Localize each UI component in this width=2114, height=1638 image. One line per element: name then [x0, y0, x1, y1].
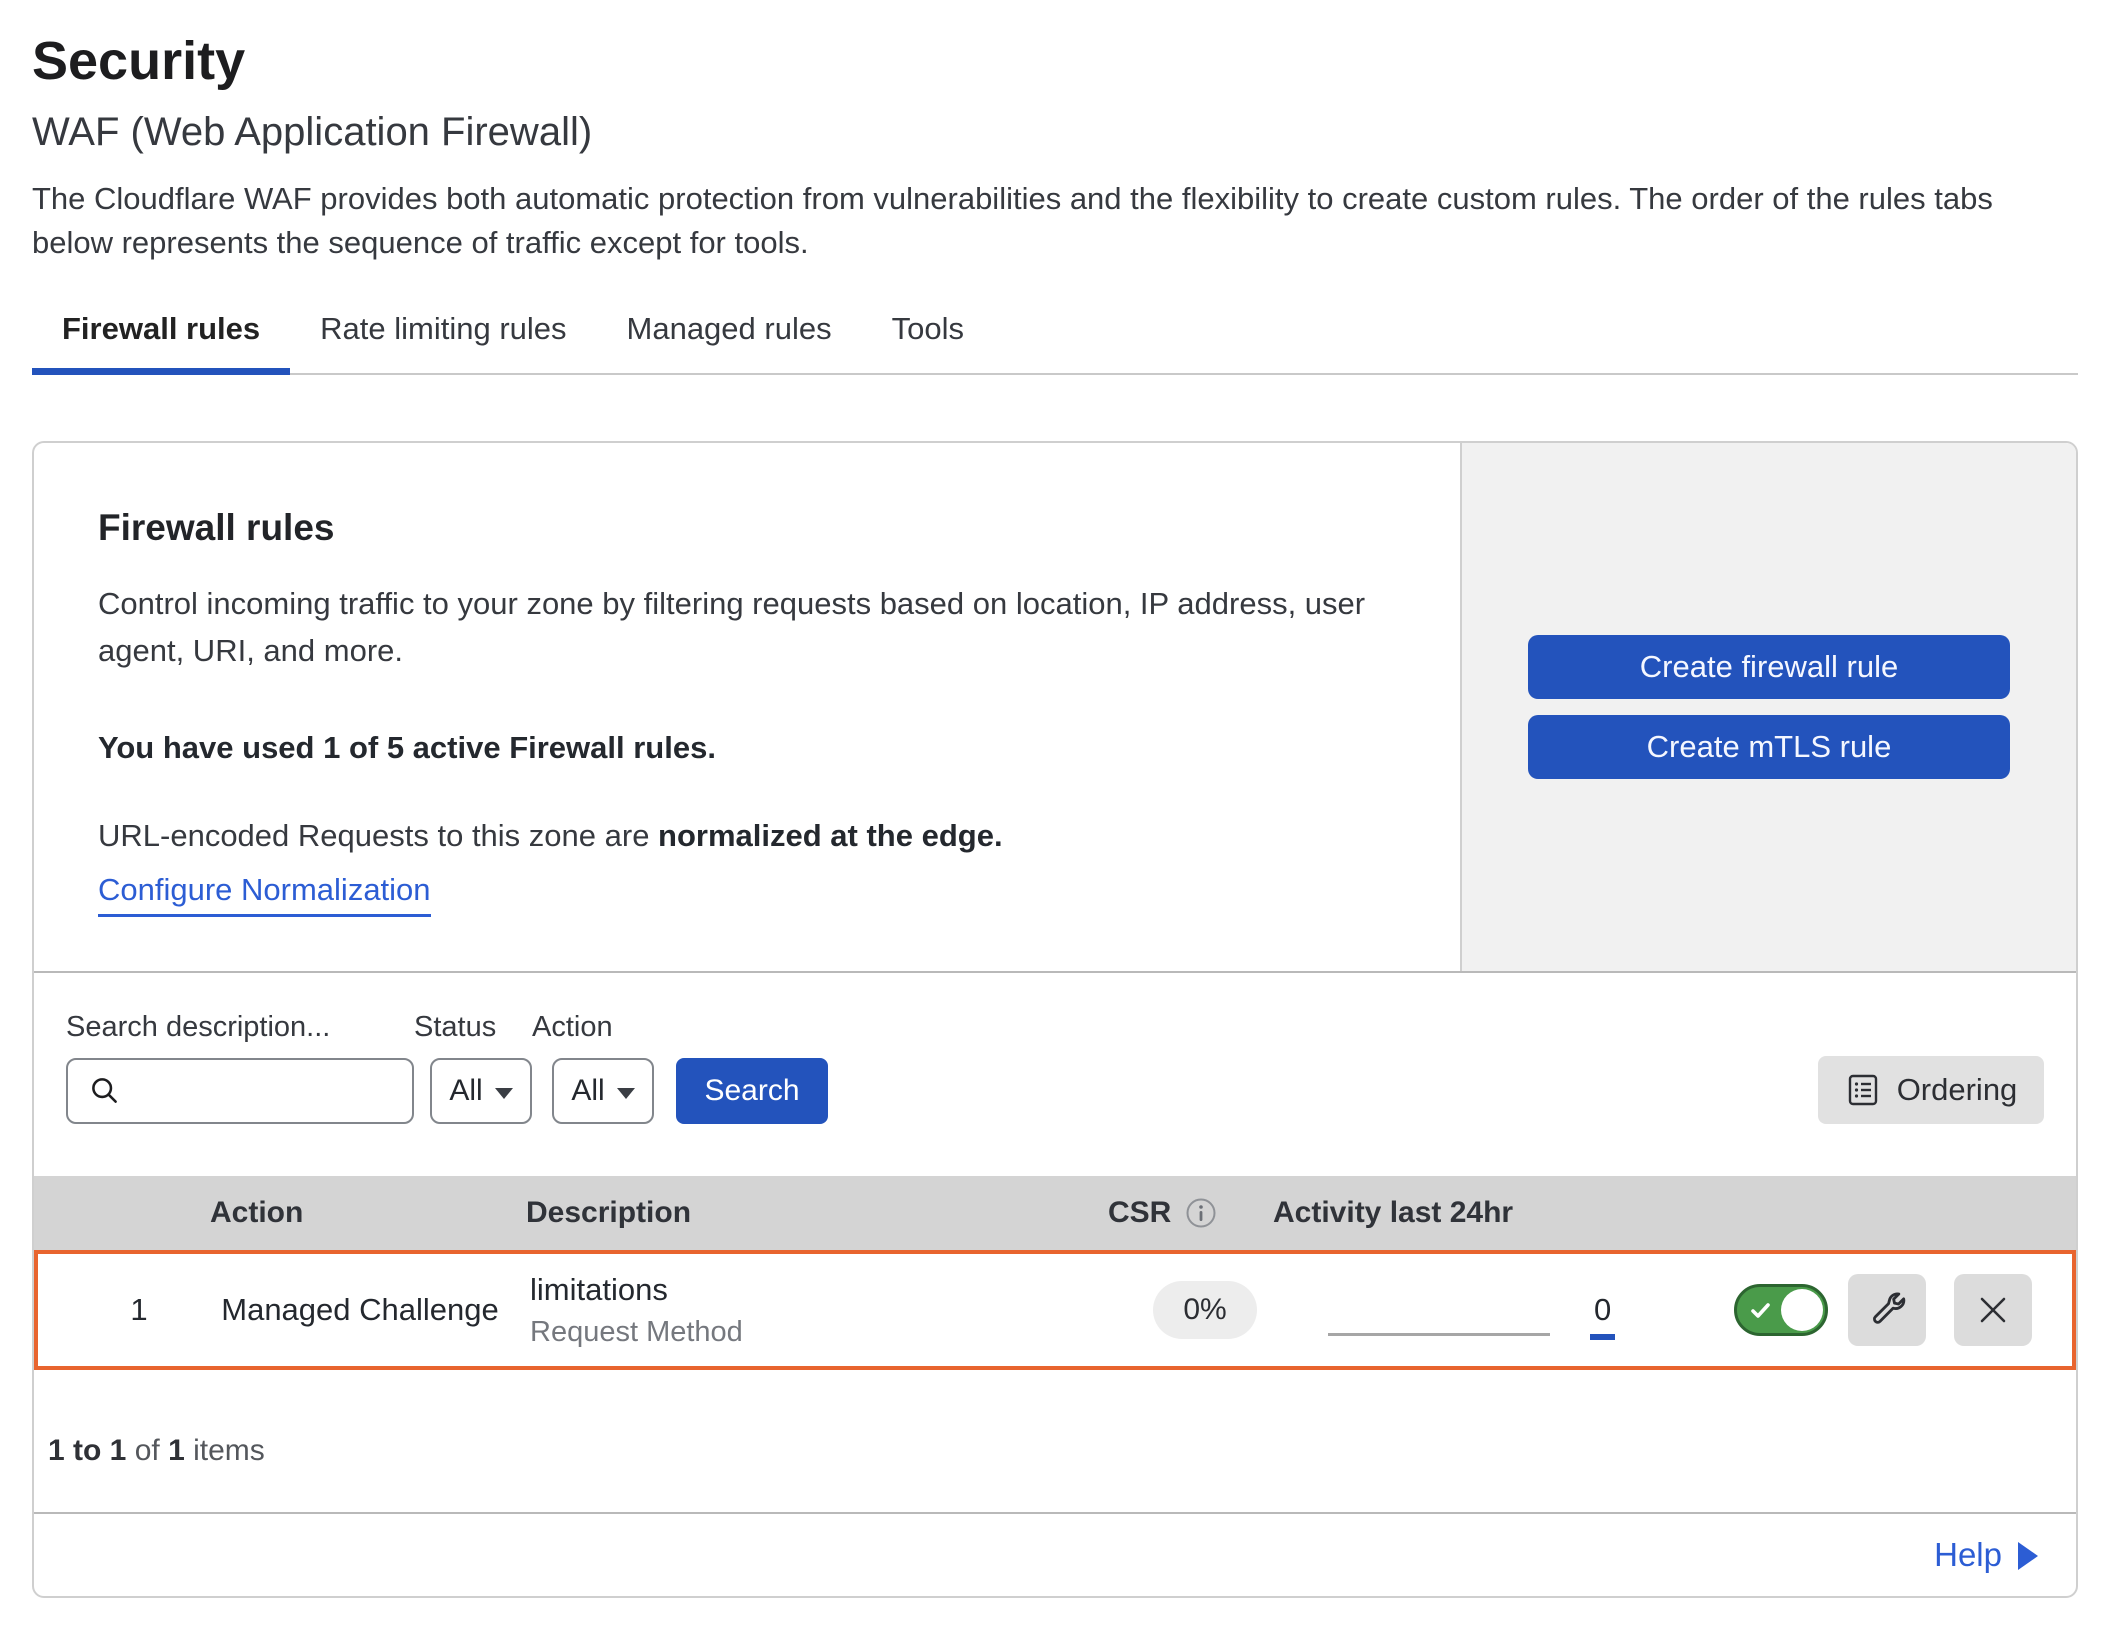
wrench-icon — [1867, 1290, 1907, 1330]
pagination-items-label: items — [185, 1434, 265, 1467]
rule-controls — [1724, 1274, 2072, 1346]
firewall-rules-card: Firewall rules Control incoming traffic … — [32, 441, 2078, 1598]
card-footer: Help — [34, 1512, 2076, 1596]
tab-tools[interactable]: Tools — [862, 311, 994, 373]
ordering-button-label: Ordering — [1897, 1072, 2018, 1108]
create-firewall-rule-button[interactable]: Create firewall rule — [1528, 635, 2010, 699]
close-icon — [1975, 1292, 2011, 1328]
status-filter-group: Status All — [414, 1011, 532, 1124]
ordering-list-icon — [1845, 1072, 1881, 1108]
usage-summary: You have used 1 of 5 active Firewall rul… — [98, 730, 1420, 766]
ordering-button[interactable]: Ordering — [1818, 1056, 2044, 1124]
search-label: Search description... — [66, 1011, 414, 1044]
activity-count-link[interactable]: 0 — [1590, 1292, 1615, 1340]
card-description: Control incoming traffic to your zone by… — [98, 581, 1398, 674]
action-dropdown[interactable]: All — [552, 1058, 654, 1124]
csr-header-label: CSR — [1108, 1196, 1171, 1230]
column-header-csr: CSR — [1108, 1196, 1217, 1230]
delete-rule-button[interactable] — [1954, 1274, 2032, 1346]
table-header: Action Description CSR Activity last 24h… — [34, 1176, 2076, 1250]
tab-rate-limiting-rules[interactable]: Rate limiting rules — [290, 311, 596, 373]
normalization-note: URL-encoded Requests to this zone are no… — [98, 818, 1420, 854]
pagination-summary: 1 to 1 of 1 items — [34, 1370, 2076, 1512]
status-dropdown[interactable]: All — [430, 1058, 532, 1124]
actions-panel: Create firewall rule Create mTLS rule — [1460, 443, 2076, 971]
info-icon[interactable] — [1185, 1197, 1217, 1229]
security-waf-page: Security WAF (Web Application Firewall) … — [0, 0, 2114, 1598]
rule-description-sub: Request Method — [530, 1316, 1090, 1349]
status-label: Status — [414, 1011, 532, 1044]
card-heading: Firewall rules — [98, 507, 1420, 549]
waf-tabs: Firewall rules Rate limiting rules Manag… — [32, 311, 2078, 375]
firewall-rules-info: Firewall rules Control incoming traffic … — [34, 443, 1460, 971]
page-description: The Cloudflare WAF provides both automat… — [32, 177, 2072, 265]
check-icon — [1749, 1299, 1773, 1328]
action-value: All — [571, 1074, 604, 1108]
toggle-knob — [1781, 1289, 1823, 1331]
search-input[interactable] — [122, 1060, 412, 1122]
create-mtls-rule-button[interactable]: Create mTLS rule — [1528, 715, 2010, 779]
action-filter-group: Action All — [532, 1011, 654, 1124]
help-link[interactable]: Help — [1934, 1536, 2038, 1574]
chevron-down-icon — [617, 1088, 635, 1099]
rule-csr-cell: 0% — [1090, 1281, 1320, 1339]
chevron-down-icon — [495, 1088, 513, 1099]
action-label: Action — [532, 1011, 654, 1044]
rule-enabled-toggle[interactable] — [1734, 1284, 1828, 1336]
table-row: 1 Managed Challenge limitations Request … — [34, 1250, 2076, 1370]
column-header-description: Description — [526, 1196, 691, 1230]
status-value: All — [449, 1074, 482, 1108]
search-group: Search description... — [66, 1011, 414, 1124]
page-title: Security — [32, 30, 2078, 92]
card-top-section: Firewall rules Control incoming traffic … — [34, 443, 2076, 973]
column-header-activity: Activity last 24hr — [1273, 1196, 1513, 1230]
rule-description: limitations — [530, 1272, 1090, 1308]
rule-action: Managed Challenge — [190, 1292, 530, 1328]
search-button[interactable]: Search — [676, 1058, 828, 1124]
filter-bar: Search description... Status All Action — [34, 973, 2076, 1176]
activity-sparkline — [1328, 1333, 1550, 1336]
edit-rule-button[interactable] — [1848, 1274, 1926, 1346]
help-arrow-icon — [2018, 1542, 2038, 1570]
configure-normalization-link[interactable]: Configure Normalization — [98, 872, 431, 917]
csr-badge: 0% — [1153, 1281, 1256, 1339]
search-icon — [88, 1074, 122, 1108]
search-box — [66, 1058, 414, 1124]
help-label: Help — [1934, 1536, 2002, 1574]
normalization-text: URL-encoded Requests to this zone are — [98, 818, 658, 853]
tab-managed-rules[interactable]: Managed rules — [597, 311, 862, 373]
pagination-range: 1 to 1 — [48, 1434, 126, 1467]
rule-priority: 1 — [38, 1292, 190, 1328]
tab-firewall-rules[interactable]: Firewall rules — [32, 311, 290, 373]
column-header-action: Action — [210, 1196, 303, 1230]
pagination-of: of — [126, 1434, 168, 1467]
page-subtitle: WAF (Web Application Firewall) — [32, 110, 2078, 155]
pagination-total: 1 — [168, 1434, 185, 1467]
rule-activity-cell: 0 — [1320, 1254, 1724, 1366]
normalization-bold-text: normalized at the edge. — [658, 818, 1003, 853]
rule-description-cell: limitations Request Method — [530, 1272, 1090, 1349]
